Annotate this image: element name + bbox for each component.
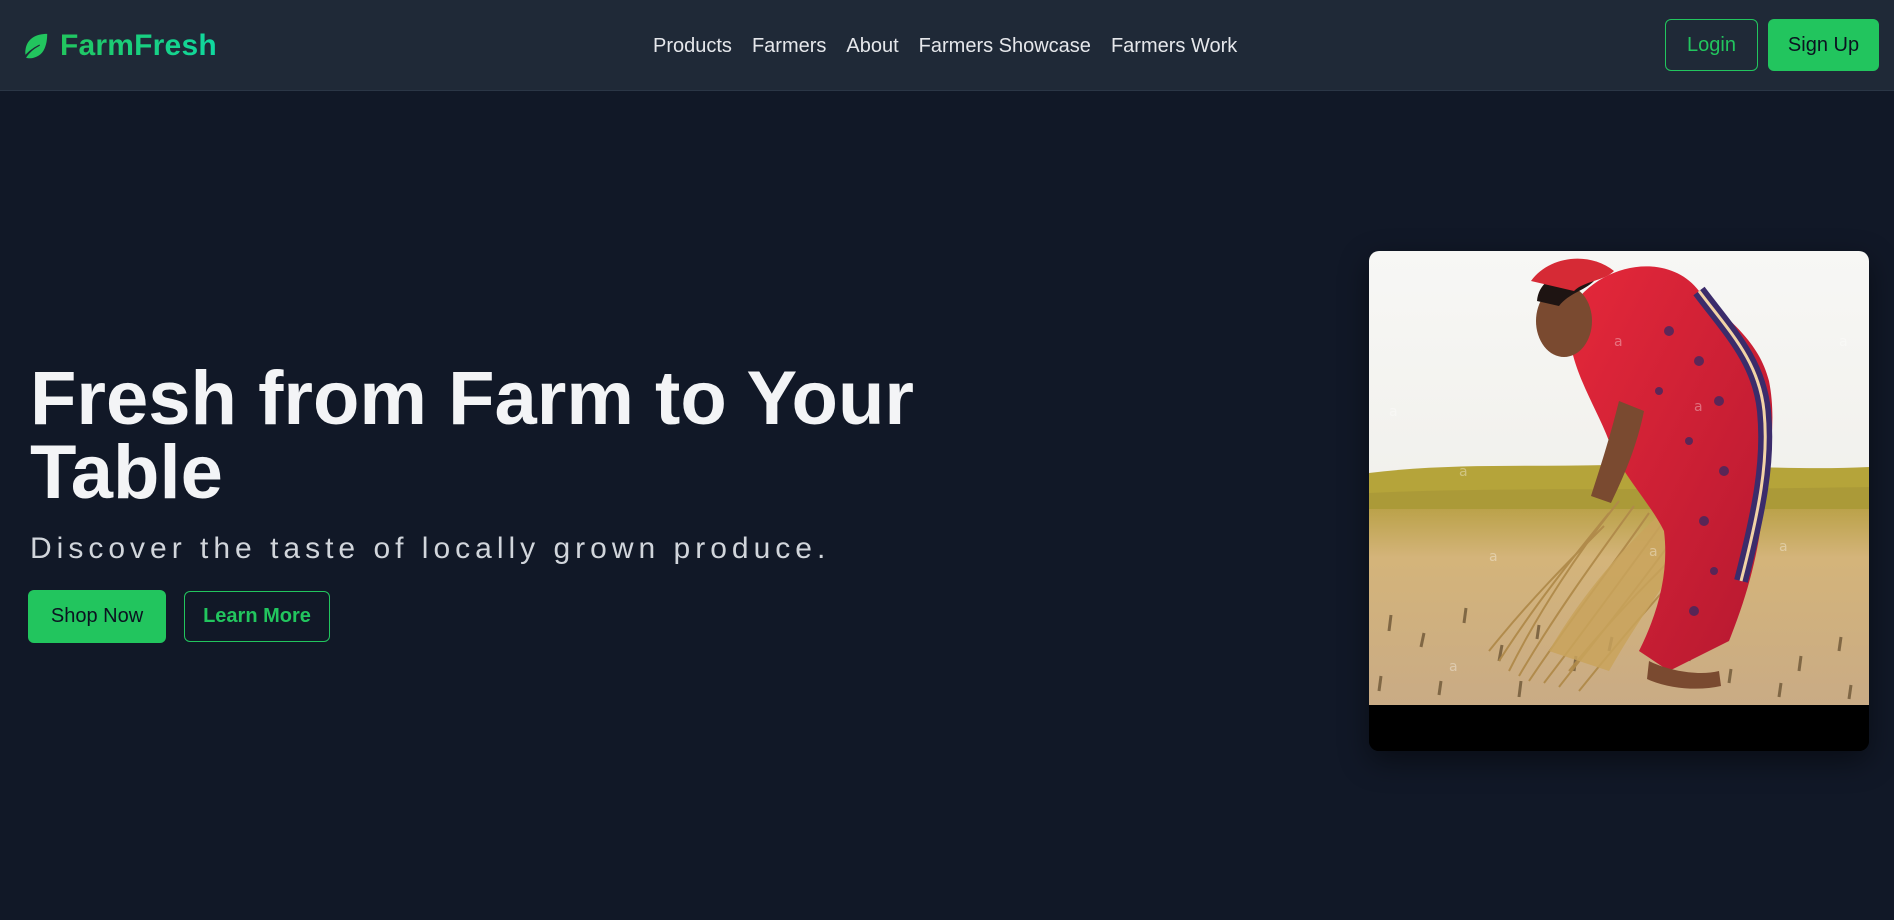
farmer-harvest-photo: a a a a a a a a a (1369, 251, 1869, 751)
brand-logo[interactable]: FarmFresh (20, 24, 217, 68)
login-button[interactable]: Login (1665, 19, 1758, 71)
nav-link-farmers[interactable]: Farmers (752, 35, 826, 58)
hero-subtitle: Discover the taste of locally grown prod… (30, 532, 831, 565)
svg-text:a: a (1389, 404, 1398, 420)
leaf-icon (20, 31, 50, 61)
svg-text:a: a (1839, 334, 1848, 350)
hero-image: a a a a a a a a a (1369, 251, 1869, 751)
svg-text:a: a (1489, 549, 1498, 565)
svg-text:a: a (1694, 399, 1703, 415)
nav-link-products[interactable]: Products (653, 35, 732, 58)
svg-text:a: a (1449, 659, 1458, 675)
svg-text:a: a (1649, 544, 1658, 560)
svg-text:a: a (1614, 334, 1623, 350)
svg-text:a: a (1459, 464, 1468, 480)
learn-more-button[interactable]: Learn More (184, 591, 330, 642)
signup-button[interactable]: Sign Up (1768, 19, 1879, 71)
nav-link-about[interactable]: About (846, 35, 898, 58)
shop-now-button[interactable]: Shop Now (28, 590, 166, 643)
nav-link-farmers-showcase[interactable]: Farmers Showcase (919, 35, 1091, 58)
brand-name: FarmFresh (60, 29, 217, 62)
top-navbar: FarmFresh Products Farmers About Farmers… (0, 0, 1894, 91)
hero-title: Fresh from Farm to Your Table (30, 356, 914, 515)
nav-link-farmers-work[interactable]: Farmers Work (1111, 35, 1237, 58)
main-nav: Products Farmers About Farmers Showcase … (653, 30, 1237, 62)
svg-text:a: a (1779, 539, 1788, 555)
